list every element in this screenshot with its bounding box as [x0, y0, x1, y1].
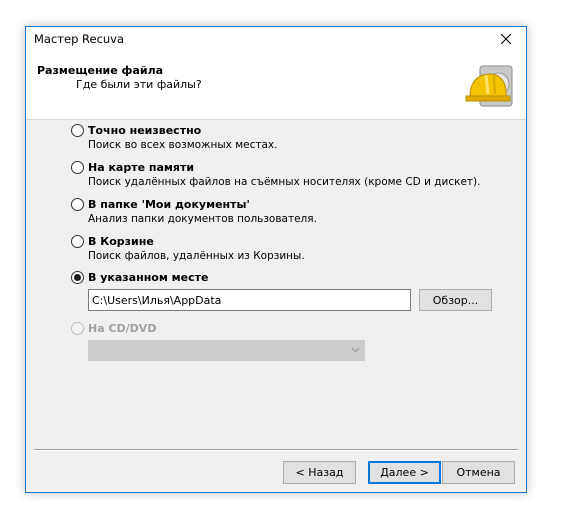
- next-button[interactable]: Далее >: [368, 461, 441, 484]
- next-button-label: Далее >: [380, 466, 429, 479]
- cancel-button[interactable]: Отмена: [442, 461, 515, 484]
- option-memory-card-description: Поиск удалённых файлов на съёмных носите…: [88, 176, 481, 188]
- option-recycle-bin-label: В Корзине: [88, 235, 154, 248]
- radio-my-documents[interactable]: [71, 198, 84, 211]
- cd-drive-dropdown: [88, 340, 365, 361]
- close-icon: [501, 33, 511, 44]
- option-unknown-description: Поиск во всех возможных местах.: [88, 139, 278, 151]
- option-recycle-bin-description: Поиск файлов, удалённых из Корзины.: [88, 250, 305, 262]
- back-button[interactable]: < Назад: [283, 461, 356, 484]
- browse-button[interactable]: Обзор...: [419, 289, 492, 311]
- title-bar[interactable]: Мастер Recuva: [26, 27, 526, 50]
- path-input[interactable]: [88, 289, 411, 311]
- cancel-button-label: Отмена: [456, 466, 501, 479]
- option-specific-location-label: В указанном месте: [88, 271, 209, 284]
- recuva-logo-icon: [465, 65, 513, 107]
- page-title: Размещение файла: [37, 64, 164, 77]
- option-memory-card-label: На карте памяти: [88, 161, 195, 174]
- back-button-label: < Назад: [295, 466, 344, 479]
- browse-button-label: Обзор...: [432, 293, 479, 307]
- radio-recycle-bin[interactable]: [71, 235, 84, 248]
- close-button[interactable]: [486, 27, 526, 50]
- radio-memory-card[interactable]: [71, 161, 84, 174]
- option-my-documents-description: Анализ папки документов пользователя.: [88, 213, 317, 225]
- recuva-wizard-window: Мастер Recuva Размещение файла Где были …: [25, 26, 527, 493]
- radio-specific-location[interactable]: [71, 271, 84, 284]
- radio-cd-dvd: [71, 322, 84, 335]
- option-cd-dvd-label: На CD/DVD: [88, 322, 157, 335]
- window-title: Мастер Recuva: [34, 32, 125, 46]
- radio-unknown[interactable]: [71, 124, 84, 137]
- option-unknown-label: Точно неизвестно: [88, 124, 202, 137]
- page-subtitle: Где были эти файлы?: [76, 78, 202, 91]
- footer-separator: [34, 449, 518, 451]
- option-my-documents-label: В папке 'Мои документы': [88, 198, 250, 211]
- wizard-header: Размещение файла Где были эти файлы?: [26, 50, 526, 120]
- chevron-down-icon: [351, 347, 360, 353]
